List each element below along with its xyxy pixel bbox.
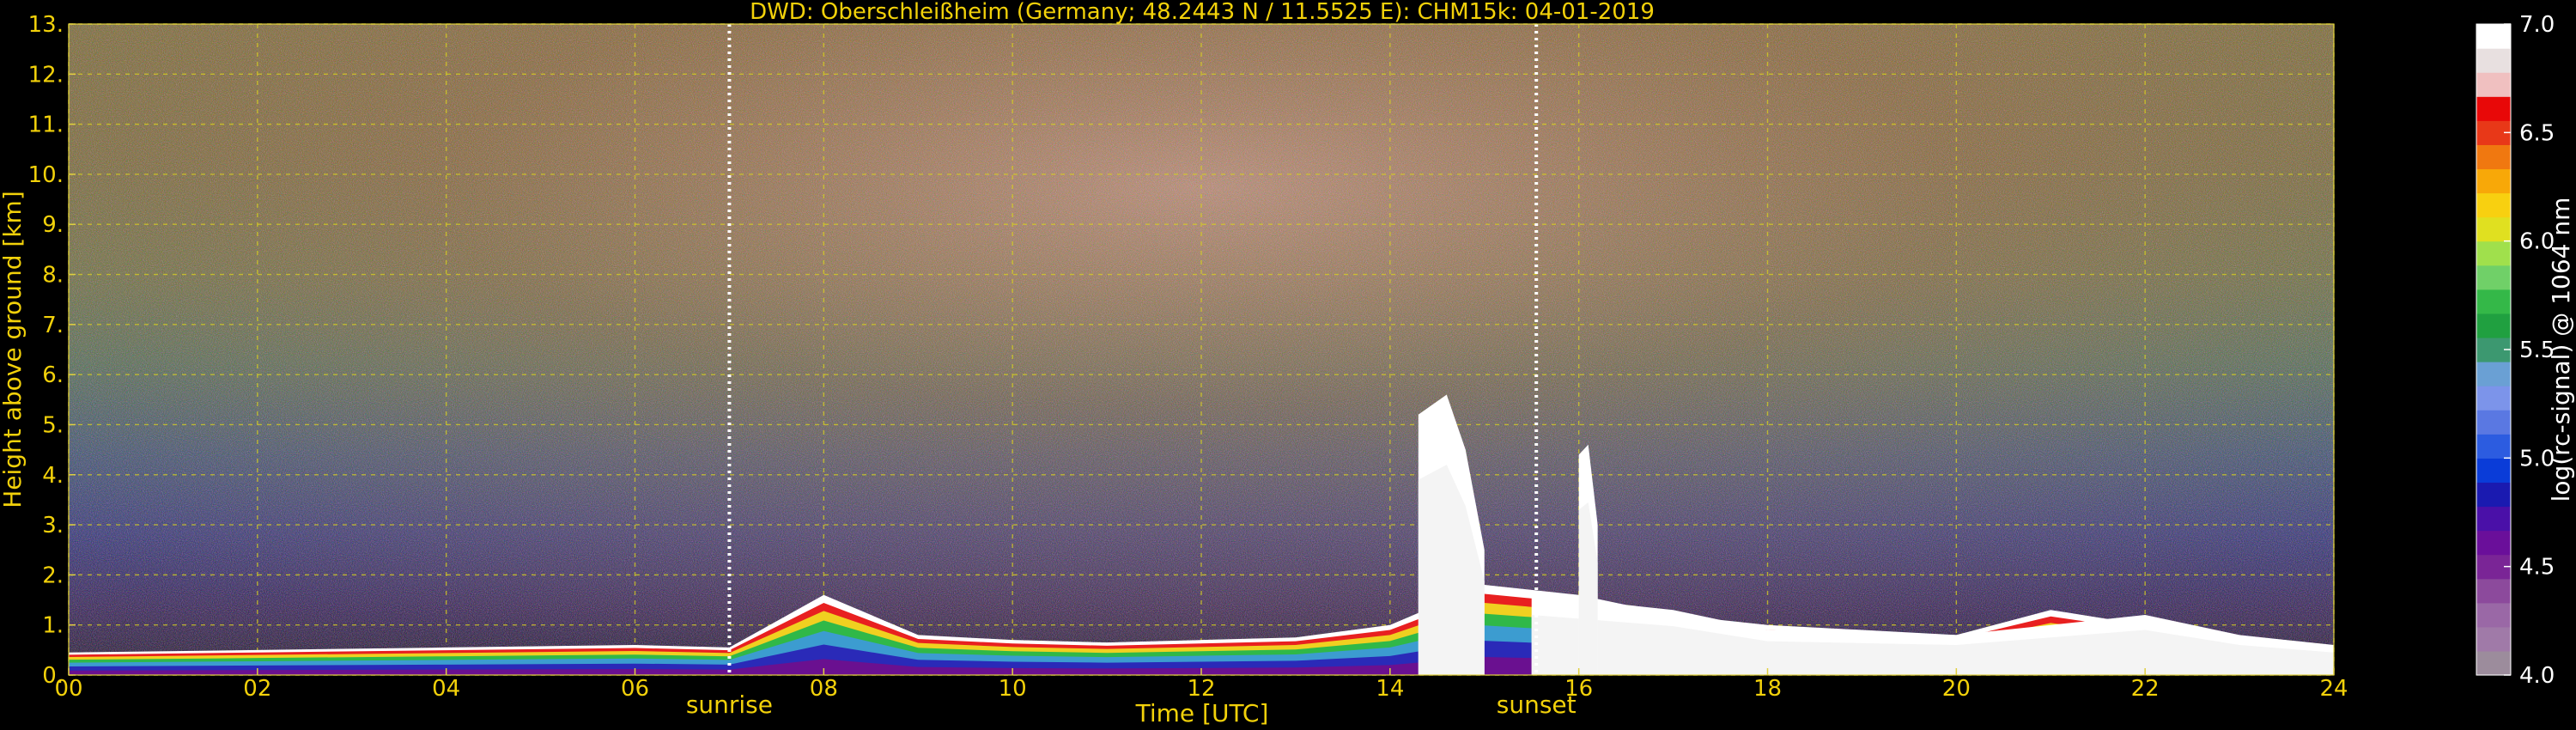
y-tick-label: 7. (42, 313, 64, 338)
colorbar-swatch (2476, 24, 2511, 49)
colorbar-tick-label: 6.5 (2519, 120, 2555, 146)
y-tick-label: 9. (42, 212, 64, 238)
x-tick-label: 02 (243, 676, 271, 702)
colorbar: 4.04.55.05.56.06.57.0 (2476, 12, 2555, 689)
colorbar-swatch (2476, 386, 2511, 411)
y-tick-label: 2. (42, 563, 64, 588)
x-tick-label: 04 (432, 676, 460, 702)
colorbar-swatch (2476, 530, 2511, 556)
colorbar-swatch (2476, 265, 2511, 290)
colorbar-swatch (2476, 362, 2511, 386)
colorbar-swatch (2476, 240, 2511, 266)
colorbar-swatch (2476, 72, 2511, 97)
x-tick-label: 18 (1753, 676, 1782, 702)
colorbar-swatch (2476, 216, 2511, 242)
y-axis-label: Height above ground [km] (0, 191, 27, 508)
colorbar-swatch (2476, 192, 2511, 218)
colorbar-swatch (2476, 434, 2511, 459)
colorbar-swatch (2476, 626, 2511, 652)
colorbar-swatch (2476, 289, 2511, 314)
colorbar-swatch (2476, 144, 2511, 170)
y-tick-label: 1. (42, 613, 64, 639)
y-tick-label: 6. (42, 362, 64, 388)
x-tick-label: 10 (999, 676, 1027, 702)
colorbar-label: log(rc-signal) @ 1064 nm (2547, 198, 2575, 502)
x-tick-label: 16 (1564, 676, 1593, 702)
y-tick-label: 5. (42, 412, 64, 438)
colorbar-swatch (2476, 48, 2511, 73)
colorbar-swatch (2476, 506, 2511, 532)
colorbar-swatch (2476, 313, 2511, 338)
x-tick-label: 06 (621, 676, 649, 702)
colorbar-tick-label: 4.5 (2519, 555, 2555, 581)
y-tick-label: 12. (28, 62, 64, 88)
x-tick-label: 14 (1376, 676, 1404, 702)
y-tick-label: 4. (42, 463, 64, 489)
y-tick-label: 11. (28, 113, 64, 138)
colorbar-swatch (2476, 482, 2511, 508)
colorbar-swatch (2476, 96, 2511, 121)
x-tick-label: 20 (1942, 676, 1971, 702)
y-tick-label: 3. (42, 513, 64, 538)
x-tick-label: 24 (2319, 676, 2348, 702)
y-tick-label: 8. (42, 263, 64, 289)
x-axis-label: Time [UTC] (1135, 699, 1269, 727)
y-tick-label: 13. (28, 12, 64, 38)
x-tick-label: 08 (810, 676, 838, 702)
colorbar-swatch (2476, 458, 2511, 484)
ceilometer-chart: sunrise sunset 00 02 04 06 08 10 12 14 16 18 20 22 24… (0, 0, 2575, 727)
colorbar-swatch (2476, 602, 2511, 628)
chart-title: DWD: Oberschleißheim (Germany; 48.2443 N… (750, 0, 1655, 25)
x-tick-label: 12 (1187, 676, 1215, 702)
sun-marker-label: sunrise (686, 690, 773, 719)
colorbar-swatch (2476, 410, 2511, 435)
y-tick-label: 10. (28, 162, 64, 188)
colorbar-tick-label: 4.0 (2519, 663, 2555, 689)
x-tick-label: 22 (2131, 676, 2160, 702)
y-tick-label: 0. (42, 663, 64, 689)
colorbar-swatch (2476, 650, 2511, 676)
colorbar-swatch (2476, 168, 2511, 194)
colorbar-tick-label: 7.0 (2519, 12, 2555, 38)
colorbar-swatch (2476, 578, 2511, 604)
